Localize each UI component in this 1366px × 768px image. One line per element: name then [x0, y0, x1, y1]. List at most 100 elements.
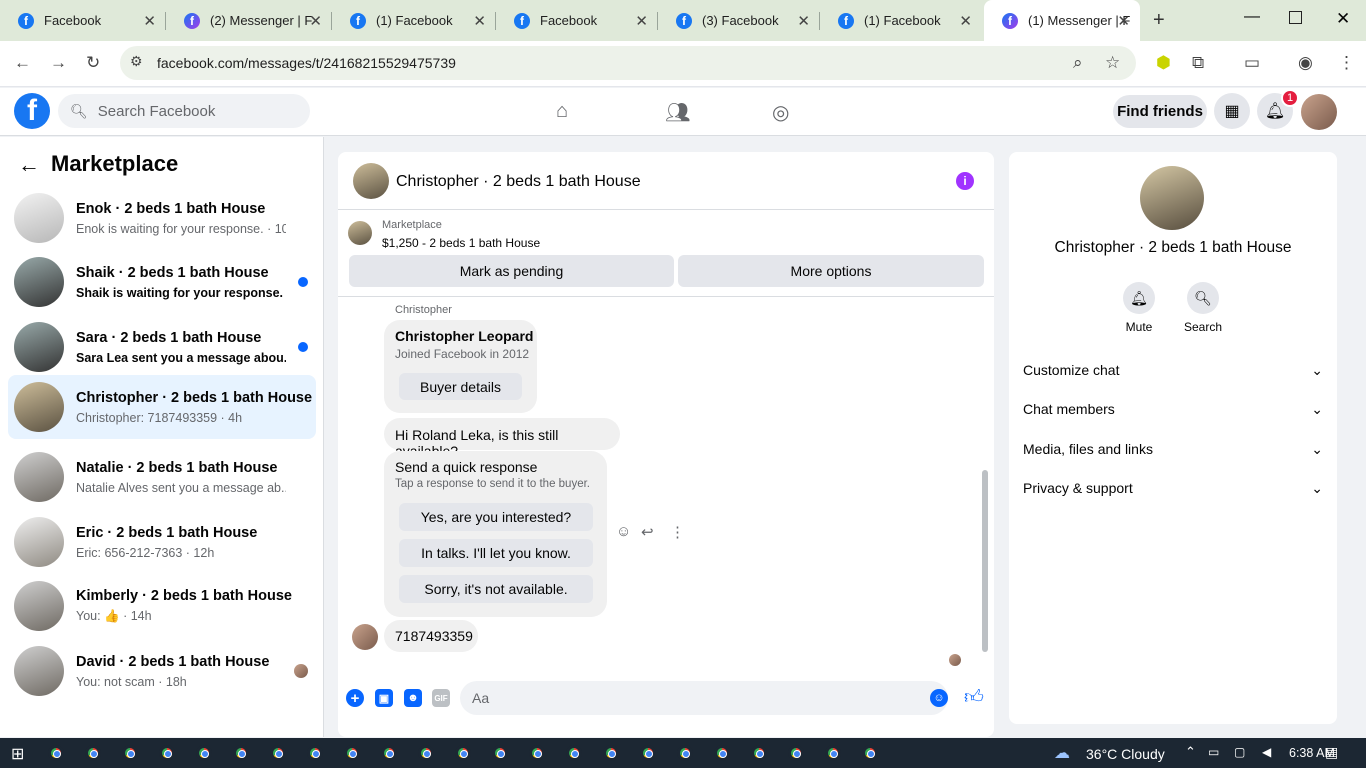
buyer-details-button[interactable]: Buyer details [399, 373, 522, 400]
groups-icon[interactable]: ◎ [772, 100, 789, 125]
chrome-icon[interactable] [270, 745, 286, 761]
new-tab-icon[interactable]: + [1153, 9, 1165, 32]
reply-icon[interactable]: ↩ [641, 523, 654, 541]
more-icon[interactable]: ⋮ [670, 523, 685, 541]
media-files-links-row[interactable]: Media, files and links ⌄ [1023, 441, 1323, 458]
chrome-icon[interactable] [307, 745, 323, 761]
back-arrow-icon[interactable]: ← [18, 152, 40, 178]
browser-tab[interactable]: f (3) Facebook ✕ [658, 0, 820, 41]
volume-icon[interactable]: ◀ [1262, 745, 1271, 759]
react-icon[interactable]: ☺ [616, 523, 631, 540]
menu-icon[interactable]: ⋮ [1338, 53, 1355, 73]
browser-tab[interactable]: f (1) Facebook ✕ [820, 0, 982, 41]
chrome-icon[interactable] [640, 745, 656, 761]
extension-icon[interactable]: ⬢ [1156, 53, 1171, 73]
maximize-icon[interactable] [1289, 11, 1302, 24]
close-tab-icon[interactable]: ✕ [1117, 12, 1130, 30]
sticker-icon[interactable]: ☻ [404, 689, 422, 707]
customize-chat-row[interactable]: Customize chat ⌄ [1023, 362, 1323, 379]
chrome-icon[interactable] [492, 745, 508, 761]
account-avatar[interactable] [1301, 94, 1337, 130]
conversation-item[interactable]: Enok · 2 beds 1 bath House Enok is waitin… [8, 186, 316, 250]
conversation-item[interactable]: Natalie · 2 beds 1 bath House Natalie Alv… [8, 445, 316, 509]
privacy-support-row[interactable]: Privacy & support ⌄ [1023, 480, 1323, 497]
minimize-icon[interactable]: — [1244, 8, 1260, 26]
more-options-button[interactable]: More options [678, 255, 984, 287]
zoom-icon[interactable]: ⌕ [1073, 53, 1083, 73]
home-icon[interactable]: ⌂ [556, 100, 568, 123]
facebook-logo-icon[interactable]: f [14, 93, 50, 129]
notification-center-icon[interactable]: ▤ [1325, 744, 1338, 761]
scrollbar-thumb[interactable] [982, 470, 988, 652]
chrome-icon[interactable] [714, 745, 730, 761]
browser-tab[interactable]: f (1) Facebook ✕ [332, 0, 496, 41]
emoji-icon[interactable]: ☺ [930, 689, 948, 707]
chat-avatar[interactable] [353, 163, 389, 199]
chat-members-row[interactable]: Chat members ⌄ [1023, 401, 1323, 418]
browser-tab-active[interactable]: f (1) Messenger | F ✕ [984, 0, 1140, 41]
browser-tab[interactable]: f (2) Messenger | F ✕ [166, 0, 332, 41]
mark-as-pending-button[interactable]: Mark as pending [349, 255, 674, 287]
chrome-icon[interactable] [418, 745, 434, 761]
chat-title[interactable]: Christopher · 2 beds 1 bath House [396, 173, 641, 191]
conversation-item-selected[interactable]: Christopher · 2 beds 1 bath House Christo… [8, 375, 316, 439]
profile-icon[interactable]: ◉ [1298, 53, 1313, 73]
conversation-item[interactable]: David · 2 beds 1 bath House You: not scam… [8, 639, 316, 703]
chrome-icon[interactable] [122, 745, 138, 761]
weather-cloud-icon[interactable]: ☁ [1054, 743, 1070, 763]
search-input[interactable]: 🔍︎ Search Facebook [58, 94, 310, 128]
close-tab-icon[interactable]: ✕ [635, 12, 648, 30]
find-friends-button[interactable]: Find friends [1113, 95, 1207, 128]
chrome-icon[interactable] [48, 745, 64, 761]
chrome-icon[interactable] [677, 745, 693, 761]
friends-icon[interactable]: 👥︎ [665, 100, 690, 125]
quick-response-in-talks-button[interactable]: In talks. I'll let you know. [399, 539, 593, 567]
chrome-icon[interactable] [344, 745, 360, 761]
bookmark-star-icon[interactable]: ☆ [1105, 53, 1120, 73]
conversation-item[interactable]: Eric · 2 beds 1 bath House Eric: 656-212-… [8, 510, 316, 574]
close-window-icon[interactable]: ✕ [1336, 9, 1350, 29]
browser-tab[interactable]: f Facebook ✕ [496, 0, 658, 41]
battery-icon[interactable]: ▭ [1208, 745, 1219, 759]
tray-chevron-icon[interactable]: ⌃ [1185, 744, 1196, 760]
plus-icon[interactable]: + [346, 689, 364, 707]
chrome-icon[interactable] [159, 745, 175, 761]
info-icon[interactable]: i [956, 172, 974, 190]
like-thumb-icon[interactable]: 👍︎ [964, 686, 984, 709]
chat-info-avatar[interactable] [1140, 166, 1204, 230]
close-tab-icon[interactable]: ✕ [473, 12, 486, 30]
chrome-icon[interactable] [603, 745, 619, 761]
mute-button[interactable]: 🔔︎ Mute [1109, 282, 1169, 334]
close-tab-icon[interactable]: ✕ [797, 12, 810, 30]
extensions-puzzle-icon[interactable]: ⧉ [1192, 53, 1204, 73]
close-tab-icon[interactable]: ✕ [959, 12, 972, 30]
quick-response-yes-button[interactable]: Yes, are you interested? [399, 503, 593, 531]
url-text[interactable]: facebook.com/messages/t/2416821552947573… [157, 55, 456, 71]
message-input[interactable]: Aa [460, 681, 948, 715]
forward-icon[interactable]: → [50, 53, 67, 73]
weather-text[interactable]: 36°C Cloudy [1086, 746, 1165, 762]
chat-scrollbar[interactable] [981, 302, 989, 662]
gif-icon[interactable]: GIF [432, 689, 450, 707]
conversation-item[interactable]: Shaik · 2 beds 1 bath House Shaik is wait… [8, 250, 316, 314]
close-tab-icon[interactable]: ✕ [309, 12, 322, 30]
chrome-icon[interactable] [85, 745, 101, 761]
chrome-icon[interactable] [455, 745, 471, 761]
close-tab-icon[interactable]: ✕ [143, 12, 156, 30]
chrome-icon[interactable] [566, 745, 582, 761]
menu-grid-icon[interactable]: ▦ [1214, 93, 1250, 129]
search-conversation-button[interactable]: 🔍︎ Search [1173, 282, 1233, 334]
tab-search-icon[interactable]: ▭ [1244, 53, 1260, 73]
quick-response-not-available-button[interactable]: Sorry, it's not available. [399, 575, 593, 603]
chrome-icon[interactable] [196, 745, 212, 761]
conversation-item[interactable]: Kimberly · 2 beds 1 bath House You: 👍 · 1… [8, 574, 316, 638]
chrome-icon-active[interactable] [788, 745, 804, 761]
conversation-item[interactable]: Sara · 2 beds 1 bath House Sara Lea sent … [8, 315, 316, 379]
chrome-icon[interactable] [862, 745, 878, 761]
photo-icon[interactable]: ▣ [375, 689, 393, 707]
chrome-icon[interactable] [381, 745, 397, 761]
browser-tab[interactable]: f Facebook ✕ [0, 0, 166, 41]
site-info-icon[interactable]: ⚙ [130, 53, 143, 70]
chrome-icon[interactable] [529, 745, 545, 761]
chrome-icon[interactable] [233, 745, 249, 761]
